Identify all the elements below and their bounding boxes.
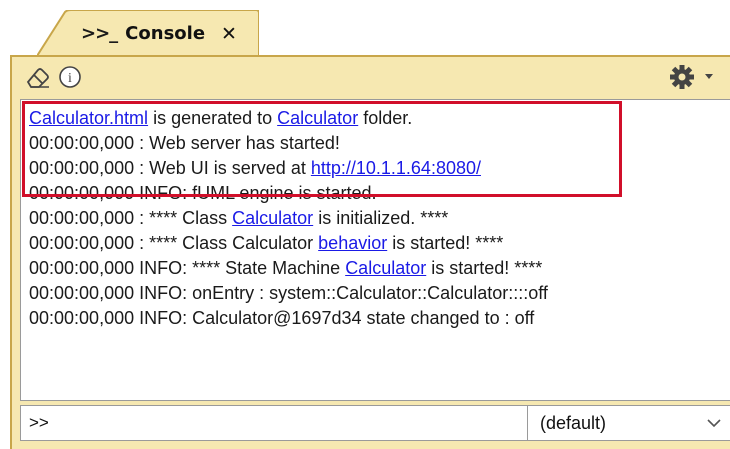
console-text: 00:00:00,000 INFO: Calculator@1697d34 st… [29, 308, 535, 328]
console-link[interactable]: behavior [318, 233, 387, 253]
console-line: 00:00:00,000 : **** Class Calculator beh… [29, 231, 548, 256]
console-icon: >>_ [81, 23, 118, 44]
console-link[interactable]: Calculator [232, 208, 313, 228]
console-text: 00:00:00,000 : **** Class [29, 208, 233, 228]
info-button[interactable]: i [56, 63, 84, 91]
console-text: is started! **** [426, 258, 543, 278]
console-panel: i Calculator.html is generated to Calcul… [10, 55, 730, 449]
eraser-icon [26, 68, 49, 88]
svg-text:i: i [68, 71, 72, 86]
console-text: 00:00:00,000 INFO: onEntry : system::Cal… [29, 283, 548, 303]
console-text: is initialized. **** [313, 208, 449, 228]
console-line: 00:00:00,000 INFO: onEntry : system::Cal… [29, 281, 548, 306]
console-text: 00:00:00,000 INFO: **** State Machine [29, 258, 346, 278]
chevron-down-icon [705, 74, 713, 79]
console-line: 00:00:00,000 INFO: **** State Machine Ca… [29, 256, 548, 281]
console-text: 00:00:00,000 : Web server has started! [29, 133, 340, 153]
console-link[interactable]: Calculator [277, 108, 358, 128]
console-link[interactable]: Calculator.html [29, 108, 148, 128]
console-text: 00:00:00,000 : **** Class Calculator [29, 233, 319, 253]
console-line: Calculator.html is generated to Calculat… [29, 106, 548, 131]
console-text: 00:00:00,000 : Web UI is served at [29, 158, 311, 178]
console-link[interactable]: Calculator [345, 258, 426, 278]
tab-strip: >>_ Console ✕ [0, 0, 730, 57]
console-line: 00:00:00,000 : Web UI is served at http:… [29, 156, 548, 181]
console-line: 00:00:00,000 INFO: Calculator@1697d34 st… [29, 306, 548, 331]
tab-console[interactable]: >>_ Console ✕ [37, 10, 259, 57]
console-text: folder. [358, 108, 413, 128]
console-output[interactable]: Calculator.html is generated to Calculat… [20, 99, 730, 401]
command-row: >> (default) [20, 405, 730, 443]
console-lines: Calculator.html is generated to Calculat… [29, 106, 548, 331]
console-text: is generated to [148, 108, 278, 128]
console-text: is started! **** [387, 233, 504, 253]
console-line: 00:00:00,000 INFO: fUML engine is starte… [29, 181, 548, 206]
command-input[interactable]: >> [20, 405, 528, 441]
console-line: 00:00:00,000 : **** Class Calculator is … [29, 206, 548, 231]
settings-button[interactable] [668, 63, 696, 91]
console-line: 00:00:00,000 : Web server has started! [29, 131, 548, 156]
engine-select-value: (default) [540, 413, 607, 433]
gear-icon [670, 65, 694, 89]
chevron-down-icon [707, 419, 721, 428]
close-icon[interactable]: ✕ [221, 23, 237, 45]
console-toolbar: i [12, 57, 730, 99]
engine-select[interactable]: (default) [528, 405, 730, 441]
clear-console-button[interactable] [24, 63, 52, 91]
toolbar-dropdown-button[interactable] [700, 63, 718, 91]
console-link[interactable]: http://10.1.1.64:8080/ [311, 158, 481, 178]
console-text: 00:00:00,000 INFO: fUML engine is starte… [29, 183, 377, 203]
tab-title: Console [125, 23, 206, 44]
info-icon: i [59, 66, 81, 88]
